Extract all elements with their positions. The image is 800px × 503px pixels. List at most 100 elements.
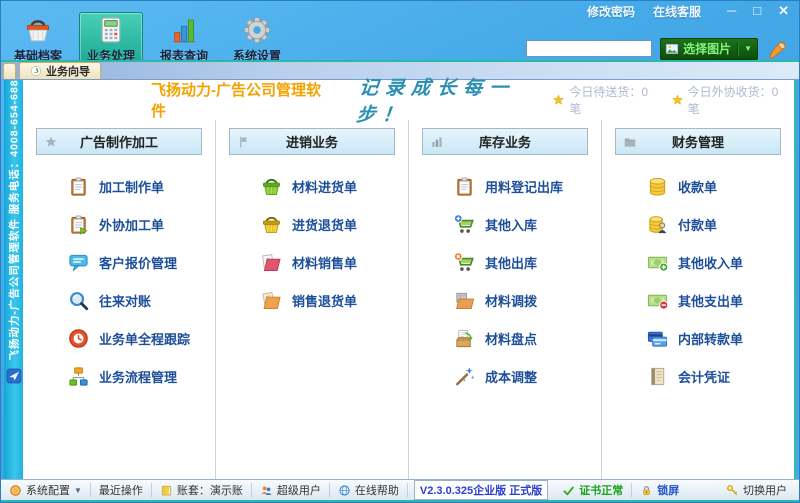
minimize-button[interactable]: ─ (727, 4, 736, 18)
toolbar-button-business-processing[interactable]: 业务处理 (79, 12, 143, 67)
menu-item-reconciliation[interactable]: 往来对账 (67, 281, 215, 319)
menu-item-label: 用料登记出库 (485, 177, 563, 196)
menu-item-sale-return[interactable]: 销售退货单 (260, 281, 408, 319)
certificate-label: 证书正常 (579, 482, 623, 498)
titlebar: 修改密码 在线客服 ─ □ ✕ (587, 3, 789, 19)
current-user-status: 超级用户 (252, 483, 330, 497)
menu-item-label: 加工制作单 (99, 177, 164, 196)
content-header: 飞扬动力-广告公司管理软件 记录成长每一步！ 今日待送货：0 笔 今日外协收货：… (23, 80, 794, 120)
cart-out-icon (453, 251, 476, 274)
sale-folder-icon (260, 251, 283, 274)
menu-item-label: 材料调拨 (485, 291, 537, 310)
menu-item-label: 付款单 (678, 215, 717, 234)
menu-item-label: 收款单 (678, 177, 717, 196)
menu-item-cost-adjust[interactable]: 成本调整 (453, 357, 601, 395)
lock-icon (640, 484, 653, 497)
online-support-link[interactable]: 在线客服 (653, 3, 701, 20)
toolbar-button-report-query[interactable]: 报表查询 (152, 12, 216, 67)
menu-item-other-income[interactable]: 其他收入单 (646, 243, 794, 281)
menu-item-receipt[interactable]: 收款单 (646, 167, 794, 205)
menu-list: 收款单 付款单 其他收入单 其他支出单 内部转款单 会计凭证 (602, 167, 794, 395)
menu-item-label: 内部转款单 (678, 329, 743, 348)
folder-icon (623, 135, 637, 149)
column-title: 进销业务 (286, 132, 338, 151)
toolbar-button-base-archives[interactable]: 基础档案 (6, 12, 70, 67)
menu-item-stocktake[interactable]: 材料盘点 (453, 319, 601, 357)
menu-item-label: 业务单全程跟踪 (99, 329, 190, 348)
horn-icon[interactable] (766, 36, 791, 61)
tab-business-guide[interactable]: 业务向导 (19, 62, 101, 79)
column-title: 库存业务 (479, 132, 531, 151)
change-password-link[interactable]: 修改密码 (587, 3, 635, 20)
column-header: 广告制作加工 (36, 128, 202, 155)
menu-list: 用料登记出库 其他入库 其他出库 材料调拨 材料盘点 成本调整 (409, 167, 601, 395)
main-area: 飞扬动力-广告公司管理软件 服务电话：4008-654-688 飞扬动力-广告公… (1, 80, 799, 479)
menu-item-other-inbound[interactable]: 其他入库 (453, 205, 601, 243)
menu-item-material-sale[interactable]: 材料销售单 (260, 243, 408, 281)
clipboard-arrow-icon (67, 213, 90, 236)
menu-item-material-purchase[interactable]: 材料进货单 (260, 167, 408, 205)
key-icon (726, 484, 739, 497)
menu-item-label: 材料进货单 (292, 177, 357, 196)
menu-item-processing-order[interactable]: 加工制作单 (67, 167, 215, 205)
tab-strip-cap (3, 63, 16, 79)
menu-item-material-issue[interactable]: 用料登记出库 (453, 167, 601, 205)
menu-item-label: 往来对账 (99, 291, 151, 310)
speech-bubble-icon (67, 251, 90, 274)
bar-chart-icon (169, 15, 199, 45)
basket-icon (23, 15, 53, 45)
switch-user-button[interactable]: 切换用户 (718, 483, 795, 497)
menu-item-label: 业务流程管理 (99, 367, 177, 386)
online-help-label: 在线帮助 (355, 482, 399, 498)
check-icon (562, 484, 575, 497)
menu-item-label: 材料销售单 (292, 253, 357, 272)
menu-item-other-outbound[interactable]: 其他出库 (453, 243, 601, 281)
menu-list: 加工制作单 外协加工单 客户报价管理 往来对账 业务单全程跟踪 业务流程管理 (23, 167, 215, 395)
transfer-folder-icon (453, 289, 476, 312)
column-purchase-sale: 进销业务 材料进货单 进货退货单 材料销售单 销售退货单 (216, 120, 409, 479)
brand-slogan: 记录成长每一步！ (355, 73, 555, 127)
column-header: 财务管理 (615, 128, 781, 155)
menu-item-label: 客户报价管理 (99, 253, 177, 272)
chevron-down-icon[interactable]: ▼ (743, 44, 753, 53)
menu-item-label: 材料盘点 (485, 329, 537, 348)
menu-item-outsource-order[interactable]: 外协加工单 (67, 205, 215, 243)
stat-text: 今日待送货：0 笔 (569, 83, 656, 117)
column-inventory: 库存业务 用料登记出库 其他入库 其他出库 材料调拨 材料盘点 成本调整 (409, 120, 602, 479)
switch-user-label: 切换用户 (743, 482, 787, 498)
certificate-status: 证书正常 (554, 483, 632, 497)
menu-item-payment[interactable]: 付款单 (646, 205, 794, 243)
cart-in-icon (453, 213, 476, 236)
recent-operations-button[interactable]: 最近操作 (91, 483, 152, 497)
menu-item-material-transfer[interactable]: 材料调拨 (453, 281, 601, 319)
column-title: 财务管理 (672, 132, 724, 151)
system-config-label: 系统配置 (26, 482, 70, 498)
wizard-columns: 广告制作加工 加工制作单 外协加工单 客户报价管理 往来对账 业务单全程跟踪 业… (23, 120, 794, 479)
account-set-status: 账套：演示账 (152, 483, 252, 497)
column-header: 库存业务 (422, 128, 588, 155)
close-button[interactable]: ✕ (778, 4, 789, 18)
menu-item-other-expense[interactable]: 其他支出单 (646, 281, 794, 319)
menu-item-customer-quote[interactable]: 客户报价管理 (67, 243, 215, 281)
menu-item-order-tracking[interactable]: 业务单全程跟踪 (67, 319, 215, 357)
maximize-button[interactable]: □ (753, 4, 761, 18)
recent-operations-label: 最近操作 (99, 482, 143, 498)
menu-item-accounting-voucher[interactable]: 会计凭证 (646, 357, 794, 395)
system-config-button[interactable]: 系统配置 ▼ (1, 483, 91, 497)
stat-outsource-receipt: 今日外协收货：0 笔 (671, 83, 786, 117)
select-image-button[interactable]: 选择图片 ▼ (660, 38, 758, 60)
clipboard-icon (453, 175, 476, 198)
stat-pending-delivery: 今日待送货：0 笔 (552, 83, 656, 117)
toolbar-button-system-settings[interactable]: 系统设置 (225, 12, 289, 67)
config-coin-icon (9, 484, 22, 497)
image-path-input[interactable] (526, 40, 652, 57)
menu-item-workflow[interactable]: 业务流程管理 (67, 357, 215, 395)
menu-item-purchase-return[interactable]: 进货退货单 (260, 205, 408, 243)
return-folder-icon (260, 289, 283, 312)
menu-item-label: 其他支出单 (678, 291, 743, 310)
brand-title: 飞扬动力-广告公司管理软件 (151, 79, 324, 121)
ledger-icon (646, 365, 669, 388)
menu-item-internal-transfer[interactable]: 内部转款单 (646, 319, 794, 357)
online-help-button[interactable]: 在线帮助 (330, 483, 408, 497)
lock-screen-button[interactable]: 锁屏 (632, 483, 687, 497)
